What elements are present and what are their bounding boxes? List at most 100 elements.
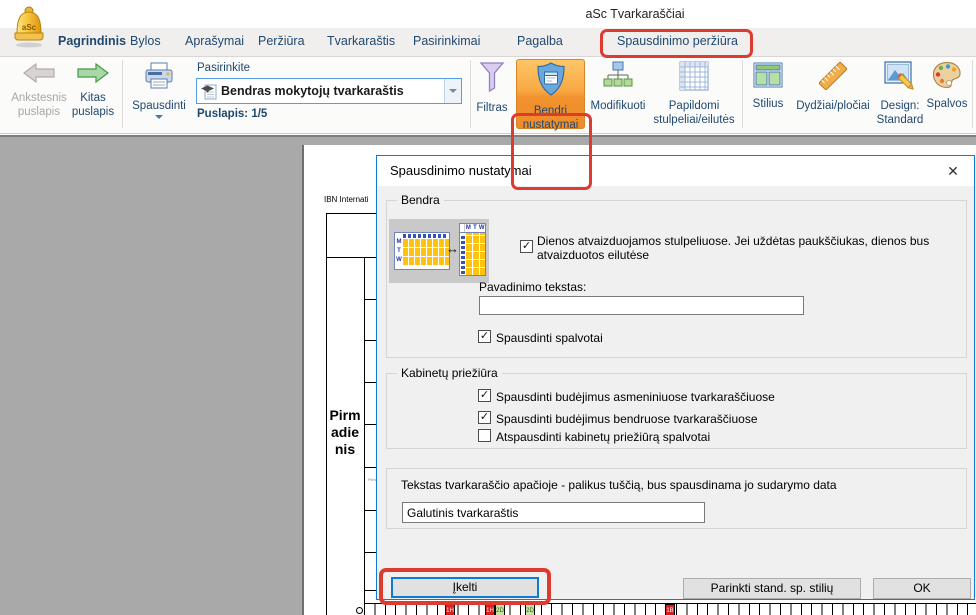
- ribbon-separator: [742, 60, 743, 128]
- tab-tvarkarastis[interactable]: Tvarkaraštis: [327, 34, 395, 48]
- load-button-label: kelti: [456, 580, 477, 594]
- general-settings-label: Bendri nustatymai: [523, 104, 579, 132]
- lesson-cell: 1H: [445, 604, 455, 615]
- colors-label: Spalvos: [927, 97, 968, 111]
- tab-spausdinimo-perziura[interactable]: Spausdinimo peržiūra: [617, 34, 738, 48]
- shield-settings-icon: [535, 62, 567, 101]
- timetable-picker-combobox[interactable]: Bendras mokytojų tvarkaraštis: [196, 78, 462, 104]
- colors-button[interactable]: Spalvos: [922, 61, 972, 111]
- pick-standard-style-button[interactable]: Parinkti stand. sp. stilių: [683, 578, 861, 599]
- days-orientation-illustration: M T W ↔ M T W: [389, 219, 489, 283]
- ribbon-separator: [972, 60, 973, 128]
- lesson-cell: 1H: [485, 604, 495, 615]
- ribbon-separator: [122, 60, 123, 128]
- dialog-title: Spausdinimo nustatymai: [390, 163, 532, 178]
- printer-icon: [144, 61, 174, 96]
- checkbox-duty-color-label: Atspausdinti kabinetų priežiūrą spalvota…: [496, 430, 710, 444]
- timetable-doc-icon: [201, 83, 217, 100]
- tab-perziura[interactable]: Peržiūra: [258, 34, 305, 48]
- checkbox-duty-shared-label: Spausdinti budėjimus bendruose tvarkaraš…: [496, 412, 758, 426]
- modify-label: Modifikuoti: [591, 99, 646, 113]
- load-button[interactable]: Įkelti: [391, 577, 539, 598]
- days-columns-table-icon: M T W: [394, 232, 450, 270]
- checkbox-duty-shared[interactable]: ✓: [478, 411, 491, 424]
- dialog-title-bar[interactable]: Spausdinimo nustatymai ✕: [377, 156, 974, 186]
- arrow-right-icon: [76, 63, 110, 88]
- mini-letter: T: [472, 224, 479, 232]
- next-page-label: Kitas puslapis: [72, 91, 114, 119]
- checkbox-print-in-color[interactable]: ✓: [478, 330, 491, 343]
- mini-letter: W: [478, 224, 485, 232]
- checkbox-duty-color[interactable]: [478, 429, 491, 442]
- tab-pasirinkimai[interactable]: Pasirinkimai: [413, 34, 480, 48]
- mini-letter: T: [395, 247, 403, 256]
- checkbox-days-in-columns[interactable]: ✓: [520, 240, 533, 253]
- mini-letter: M: [465, 224, 472, 232]
- group-bendra-label: Bendra: [397, 193, 444, 207]
- picture-pencil-icon: [884, 61, 916, 96]
- previous-page-label: Ankstesnis puslapis: [11, 91, 67, 119]
- ribbon-tab-row: Pagrindinis Bylos Aprašymai Peržiūra Tva…: [0, 28, 976, 57]
- sizes-widths-button[interactable]: Dydžiai/pločiai: [791, 61, 875, 113]
- combobox-dropdown-button[interactable]: [444, 79, 461, 103]
- title-bar: aSc Tvarkaraščiai: [0, 0, 976, 28]
- print-settings-dialog: Spausdinimo nustatymai ✕ Bendra M T W ↔ …: [376, 155, 975, 600]
- svg-text:aSc: aSc: [22, 23, 37, 32]
- window-title: aSc Tvarkaraščiai: [435, 7, 835, 21]
- swap-arrow-icon: ↔: [446, 241, 459, 256]
- extra-columns-rows-label: Papildomi stulpeliai/eilutės: [653, 99, 734, 127]
- filter-button[interactable]: Filtras: [468, 61, 516, 115]
- extra-columns-rows-button[interactable]: Papildomi stulpeliai/eilutės: [648, 61, 740, 127]
- close-icon[interactable]: ✕: [940, 160, 966, 182]
- style-label: Stilius: [753, 97, 784, 111]
- chevron-down-icon: [155, 115, 163, 119]
- print-label: Spausdinti: [132, 99, 186, 113]
- footer-text-input[interactable]: [402, 502, 705, 523]
- tab-bylos[interactable]: Bylos: [130, 34, 161, 48]
- sizes-widths-label: Dydžiai/pločiai: [796, 99, 870, 113]
- days-rows-table-icon: M T W: [459, 223, 486, 276]
- table-grid-icon: [679, 61, 709, 96]
- checkbox-print-in-color-label: Spausdinti spalvotai: [496, 331, 603, 345]
- modify-button[interactable]: Modifikuoti: [588, 61, 648, 113]
- picker-label: Pasirinkite: [197, 62, 250, 74]
- page-indicator: Puslapis: 1/5: [197, 108, 267, 120]
- org-chart-icon: [602, 61, 634, 96]
- design-label: Design: Standard: [877, 99, 924, 127]
- next-page-button[interactable]: Kitas puslapis: [66, 63, 120, 119]
- palette-icon: [932, 61, 962, 94]
- checkbox-duty-personal[interactable]: ✓: [478, 389, 491, 402]
- preview-day-monday: Pirm adie nis: [326, 407, 364, 458]
- general-settings-button[interactable]: Bendri nustatymai: [516, 59, 585, 129]
- mini-letter: M: [395, 238, 403, 247]
- timetable-picker-value: Bendras mokytojų tvarkaraštis: [217, 84, 444, 98]
- asc-bell-logo-icon[interactable]: aSc: [8, 3, 50, 50]
- ribbon-toolbar: Ankstesnis puslapis Kitas puslapis Spau: [0, 57, 976, 134]
- checkbox-duty-personal-label: Spausdinti budėjimus asmeniniuose tvarka…: [496, 390, 775, 404]
- window-panes-icon: [753, 61, 783, 94]
- preview-marker-circle: [356, 607, 363, 614]
- ruler-icon: [816, 61, 850, 96]
- tab-pagrindinis[interactable]: Pagrindinis: [58, 34, 126, 48]
- print-button[interactable]: Spausdinti: [126, 61, 192, 119]
- arrow-left-icon: [22, 63, 56, 88]
- title-text-input[interactable]: [479, 296, 804, 315]
- style-button[interactable]: Stilius: [745, 61, 791, 111]
- asc-timetables-window: aSc Tvarkaraščiai aSc Pagrindinis Bylos …: [0, 0, 976, 615]
- group-kabinetai-label: Kabinetų priežiūra: [397, 366, 502, 380]
- design-button[interactable]: Design: Standard: [874, 61, 926, 127]
- filter-label: Filtras: [476, 101, 507, 115]
- title-text-label: Pavadinimo tekstas:: [479, 280, 586, 294]
- funnel-icon: [479, 61, 505, 98]
- chevron-down-icon: [449, 89, 457, 93]
- lesson-cell: 1B: [665, 604, 675, 615]
- previous-page-button[interactable]: Ankstesnis puslapis: [8, 63, 70, 119]
- table-line: [364, 257, 365, 615]
- footer-text-label: Tekstas tvarkaraščio apačioje - palikus …: [401, 478, 961, 492]
- tab-aprasymai[interactable]: Aprašymai: [185, 34, 244, 48]
- tab-pagalba[interactable]: Pagalba: [517, 34, 563, 48]
- ok-button[interactable]: OK: [873, 578, 971, 599]
- checkbox-days-in-columns-label: Dienos atvaizduojamos stulpeliuose. Jei …: [537, 234, 967, 262]
- mini-letter: W: [395, 256, 403, 265]
- preview-school-name: IBN Internati: [324, 195, 368, 204]
